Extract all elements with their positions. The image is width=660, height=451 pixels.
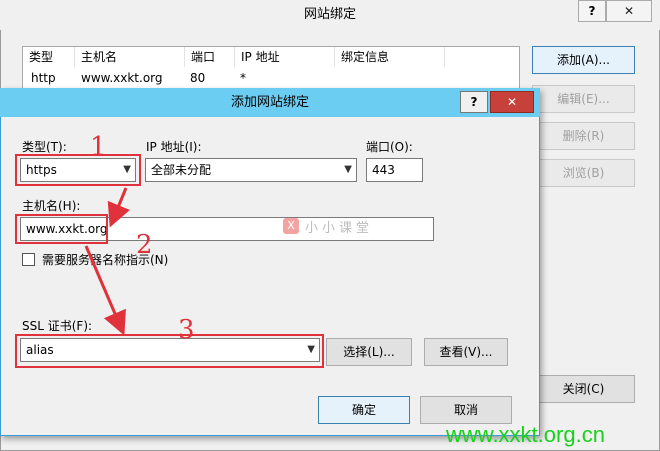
arrow-1-to-2 — [107, 187, 130, 228]
site-watermark: www.xxkt.org.cn — [446, 422, 605, 447]
arrow-2-to-3 — [84, 245, 126, 336]
annotation-arrows — [84, 187, 130, 336]
